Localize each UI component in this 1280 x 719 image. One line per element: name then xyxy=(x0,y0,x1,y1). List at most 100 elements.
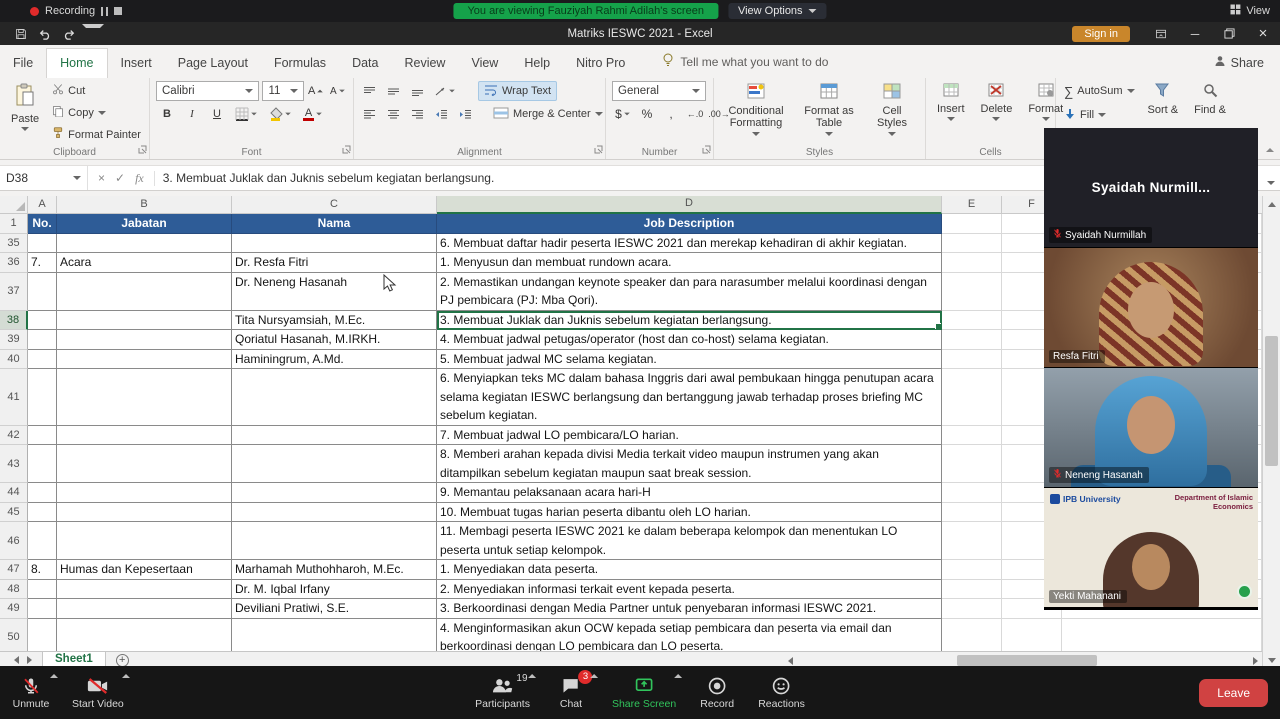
cell-E35[interactable] xyxy=(942,234,1002,254)
tell-me-search[interactable]: Tell me what you want to do xyxy=(652,46,838,78)
share-options-caret-icon[interactable] xyxy=(674,674,682,678)
scroll-up-icon[interactable] xyxy=(1263,196,1280,212)
cell-C41[interactable] xyxy=(232,369,437,426)
minimize-button[interactable]: ─ xyxy=(1178,22,1212,45)
cell-A49[interactable] xyxy=(28,599,57,619)
cell-A47[interactable]: 8. xyxy=(28,560,57,580)
cancel-entry-icon[interactable]: × xyxy=(98,171,105,185)
audio-options-caret-icon[interactable] xyxy=(50,674,58,678)
row-header-47[interactable]: 47 xyxy=(0,560,28,580)
cell-C38[interactable]: Tita Nursyamsiah, M.Ec. xyxy=(232,311,437,331)
currency-format-button[interactable]: $ xyxy=(614,104,632,124)
cell-B38[interactable] xyxy=(57,311,232,331)
bold-button[interactable]: B xyxy=(158,104,176,124)
font-name-select[interactable]: Calibri xyxy=(156,81,259,101)
tab-view[interactable]: View xyxy=(458,49,511,78)
cell-D47[interactable]: 1. Menyediakan data peserta. xyxy=(437,560,942,580)
cell-D40[interactable]: 5. Membuat jadwal MC selama kegiatan. xyxy=(437,350,942,370)
cell-B36[interactable]: Acara xyxy=(57,253,232,273)
align-left-icon[interactable] xyxy=(360,104,378,124)
video-tile-neneng[interactable]: Neneng Hasanah xyxy=(1044,368,1258,488)
cell-A42[interactable] xyxy=(28,426,57,446)
cell-C1[interactable]: Nama xyxy=(232,214,437,234)
cell-D46[interactable]: 11. Membagi peserta IESWC 2021 ke dalam … xyxy=(437,522,942,560)
cell-A50[interactable] xyxy=(28,619,57,652)
leave-button[interactable]: Leave xyxy=(1199,679,1268,707)
select-all-corner[interactable] xyxy=(0,196,28,214)
tab-insert[interactable]: Insert xyxy=(108,49,165,78)
cell-B49[interactable] xyxy=(57,599,232,619)
cell-C50[interactable] xyxy=(232,619,437,652)
autosum-button[interactable]: ∑ AutoSum xyxy=(1062,81,1137,101)
record-button[interactable]: Record xyxy=(686,666,748,719)
cell-B1[interactable]: Jabatan xyxy=(57,214,232,234)
col-header-D[interactable]: D xyxy=(437,196,942,214)
cell-E41[interactable] xyxy=(942,369,1002,426)
row-header-42[interactable]: 42 xyxy=(0,426,28,446)
cell-E39[interactable] xyxy=(942,330,1002,350)
cell-A38[interactable] xyxy=(28,311,57,331)
copy-button[interactable]: Copy xyxy=(50,103,143,122)
cell-B48[interactable] xyxy=(57,580,232,600)
font-dialog-launcher-icon[interactable] xyxy=(342,145,351,157)
row-header-44[interactable]: 44 xyxy=(0,483,28,503)
cell-C49[interactable]: Deviliani Pratiwi, S.E. xyxy=(232,599,437,619)
percent-format-button[interactable]: % xyxy=(638,104,656,124)
cell-F50[interactable] xyxy=(1002,619,1062,652)
paste-button[interactable]: Paste xyxy=(6,81,44,144)
alignment-dialog-launcher-icon[interactable] xyxy=(594,145,603,157)
cell-A46[interactable] xyxy=(28,522,57,560)
cell-A41[interactable] xyxy=(28,369,57,426)
stop-recording-icon[interactable] xyxy=(114,7,122,15)
video-tile-yekti[interactable]: IPB University Department of Islamic Eco… xyxy=(1044,488,1258,608)
fill-button[interactable]: Fill xyxy=(1062,105,1137,125)
decrease-indent-icon[interactable] xyxy=(432,104,450,124)
cell-D50[interactable]: 4. Menginformasikan akun OCW kepada seti… xyxy=(437,619,942,652)
video-options-caret-icon[interactable] xyxy=(122,674,130,678)
insert-cells-button[interactable]: Insert xyxy=(932,81,970,144)
cell-E40[interactable] xyxy=(942,350,1002,370)
cell-A48[interactable] xyxy=(28,580,57,600)
cell-E50[interactable] xyxy=(942,619,1002,652)
collapse-ribbon-icon[interactable] xyxy=(1266,143,1274,155)
vertical-scrollbar[interactable] xyxy=(1262,196,1280,668)
row-header-46[interactable]: 46 xyxy=(0,522,28,560)
align-middle-icon[interactable] xyxy=(384,81,402,101)
cell-C37[interactable]: Dr. Neneng Hasanah xyxy=(232,273,437,311)
font-size-select[interactable]: 11 xyxy=(262,81,303,101)
row-header-50[interactable]: 50 xyxy=(0,619,28,652)
tab-formulas[interactable]: Formulas xyxy=(261,49,339,78)
cell-E42[interactable] xyxy=(942,426,1002,446)
sign-in-button[interactable]: Sign in xyxy=(1072,26,1130,42)
cell-E43[interactable] xyxy=(942,445,1002,483)
cell-B37[interactable] xyxy=(57,273,232,311)
ribbon-display-options-icon[interactable] xyxy=(1144,22,1178,45)
cell-A37[interactable] xyxy=(28,273,57,311)
unmute-button[interactable]: Unmute xyxy=(0,666,62,719)
cell-D44[interactable]: 9. Memantau pelaksanaan acara hari-H xyxy=(437,483,942,503)
tab-help[interactable]: Help xyxy=(511,49,563,78)
video-tile-syaidah[interactable]: Syaidah Nurmill... Syaidah Nurmillah xyxy=(1044,128,1258,248)
vscroll-thumb[interactable] xyxy=(1265,336,1278,466)
cell-A1[interactable]: No. xyxy=(28,214,57,234)
orientation-icon[interactable] xyxy=(432,81,458,101)
chat-button[interactable]: 3 Chat xyxy=(540,666,602,719)
row-header-38[interactable]: 38 xyxy=(0,311,28,331)
participants-button[interactable]: 19 Participants xyxy=(465,666,540,719)
cell-B41[interactable] xyxy=(57,369,232,426)
font-color-button[interactable]: A xyxy=(301,104,325,124)
row-header-37[interactable]: 37 xyxy=(0,273,28,311)
cell-A45[interactable] xyxy=(28,503,57,523)
confirm-entry-icon[interactable]: ✓ xyxy=(115,171,125,185)
cell-E49[interactable] xyxy=(942,599,1002,619)
cell-E1[interactable] xyxy=(942,214,1002,234)
row-header-36[interactable]: 36 xyxy=(0,253,28,273)
cell-D35[interactable]: 6. Membuat daftar hadir peserta IESWC 20… xyxy=(437,234,942,254)
cell-A39[interactable] xyxy=(28,330,57,350)
align-bottom-icon[interactable] xyxy=(408,81,426,101)
clipboard-dialog-launcher-icon[interactable] xyxy=(138,145,147,157)
cell-D45[interactable]: 10. Membuat tugas harian peserta dibantu… xyxy=(437,503,942,523)
undo-icon[interactable] xyxy=(34,24,56,44)
cell-C40[interactable]: Haminingrum, A.Md. xyxy=(232,350,437,370)
increase-decimal-icon[interactable]: ←.0 xyxy=(686,104,704,124)
